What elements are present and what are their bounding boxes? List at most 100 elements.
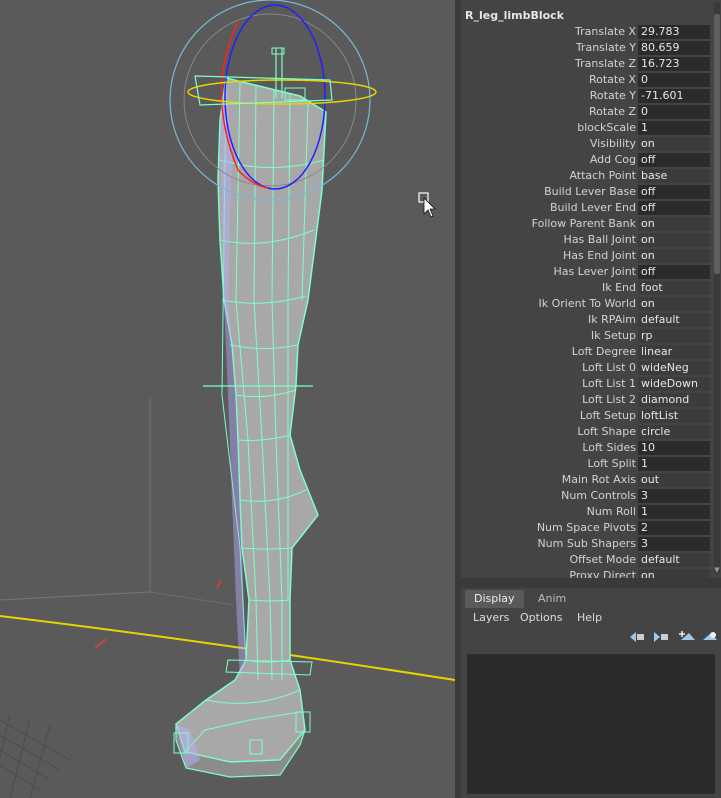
tab-display[interactable]: Display	[465, 590, 524, 608]
scrollbar-thumb[interactable]	[714, 14, 720, 274]
attribute-label[interactable]: Ik Setup	[591, 329, 636, 342]
attribute-label[interactable]: Rotate Y	[590, 89, 636, 102]
attribute-label[interactable]: blockScale	[577, 121, 636, 134]
attribute-label[interactable]: Loft Setup	[580, 409, 636, 422]
attribute-label[interactable]: Build Lever End	[550, 201, 636, 214]
3d-viewport[interactable]	[0, 0, 455, 798]
attribute-label[interactable]: Add Cog	[590, 153, 636, 166]
new-layer-selected-icon[interactable]	[699, 629, 719, 645]
attribute-row[interactable]: blockScale 1	[461, 120, 713, 136]
move-layer-up-icon[interactable]	[627, 629, 647, 645]
attribute-value-field[interactable]: 29.783	[638, 25, 710, 39]
attribute-row[interactable]: Ik Orient To World on	[461, 296, 713, 312]
attribute-label[interactable]: Translate Z	[575, 57, 636, 70]
attribute-row[interactable]: Add Cog off	[461, 152, 713, 168]
attribute-row[interactable]: Ik Setup rp	[461, 328, 713, 344]
attribute-row[interactable]: Loft List 2 diamond	[461, 392, 713, 408]
attribute-value-field[interactable]: on	[638, 217, 710, 231]
attribute-value-field[interactable]: circle	[638, 425, 710, 439]
attribute-row[interactable]: Offset Mode default	[461, 552, 713, 568]
attribute-value-field[interactable]: 1	[638, 457, 710, 471]
attribute-value-field[interactable]: default	[638, 553, 710, 567]
attribute-value-field[interactable]: foot	[638, 281, 710, 295]
attribute-row[interactable]: Rotate Y -71.601	[461, 88, 713, 104]
node-name[interactable]: R_leg_limbBlock	[465, 9, 564, 22]
attribute-value-field[interactable]: off	[638, 201, 710, 215]
attribute-label[interactable]: Rotate X	[589, 73, 636, 86]
attribute-row[interactable]: Build Lever End off	[461, 200, 713, 216]
attribute-value-field[interactable]: on	[638, 249, 710, 263]
attribute-row[interactable]: Has Lever Joint off	[461, 264, 713, 280]
attribute-value-field[interactable]: on	[638, 137, 710, 151]
attribute-value-field[interactable]: off	[638, 153, 710, 167]
attribute-label[interactable]: Main Rot Axis	[562, 473, 636, 486]
attribute-value-field[interactable]: 3	[638, 489, 710, 503]
attribute-row[interactable]: Rotate X0	[461, 72, 713, 88]
attribute-value-field[interactable]: 3	[638, 537, 710, 551]
attribute-label[interactable]: Has Ball Joint	[564, 233, 636, 246]
attribute-value-field[interactable]: on	[638, 233, 710, 247]
attribute-value-field[interactable]: loftList	[638, 409, 710, 423]
attribute-value-field[interactable]: linear	[638, 345, 710, 359]
attribute-label[interactable]: Visibility	[590, 137, 636, 150]
attribute-label[interactable]: Ik RPAim	[588, 313, 636, 326]
attribute-label[interactable]: Ik Orient To World	[539, 297, 637, 310]
menu-layers[interactable]: Layers	[473, 610, 509, 626]
attribute-row[interactable]: Ik RPAim default	[461, 312, 713, 328]
attribute-label[interactable]: Has Lever Joint	[553, 265, 636, 278]
attribute-row[interactable]: Num Roll 1	[461, 504, 713, 520]
attribute-value-field[interactable]: on	[638, 297, 710, 311]
attribute-row[interactable]: Loft Sides 10	[461, 440, 713, 456]
attribute-value-field[interactable]: 80.659	[638, 41, 710, 55]
attribute-row[interactable]: Loft Degree linear	[461, 344, 713, 360]
attribute-row[interactable]: Ik End foot	[461, 280, 713, 296]
attribute-row[interactable]: Follow Parent Bank on	[461, 216, 713, 232]
attribute-label[interactable]: Attach Point	[569, 169, 636, 182]
attribute-row[interactable]: Loft Setup loftList	[461, 408, 713, 424]
attribute-label[interactable]: Num Space Pivots	[537, 521, 636, 534]
menu-help[interactable]: Help	[577, 610, 602, 626]
attribute-row[interactable]: Loft Split 1	[461, 456, 713, 472]
attribute-row[interactable]: Has End Joint on	[461, 248, 713, 264]
attribute-label[interactable]: Offset Mode	[569, 553, 636, 566]
attribute-row[interactable]: Translate Z 16.723	[461, 56, 713, 72]
attribute-row[interactable]: Loft List 1 wideDown	[461, 376, 713, 392]
attribute-row[interactable]: Translate X 29.783	[461, 24, 713, 40]
attribute-value-field[interactable]: off	[638, 185, 710, 199]
attribute-label[interactable]: Loft List 0	[582, 361, 636, 374]
attribute-row[interactable]: Num Sub Shapers 3	[461, 536, 713, 552]
attribute-value-field[interactable]: -71.601	[638, 89, 710, 103]
attribute-label[interactable]: Loft Degree	[572, 345, 636, 358]
attribute-row[interactable]: Translate Y 80.659	[461, 40, 713, 56]
attribute-value-field[interactable]: 1	[638, 505, 710, 519]
attribute-label[interactable]: Loft List 2	[582, 393, 636, 406]
attribute-label[interactable]: Ik End	[602, 281, 636, 294]
attribute-row[interactable]: Num Controls 3	[461, 488, 713, 504]
viewport-scene[interactable]	[0, 0, 455, 798]
layer-list[interactable]	[467, 654, 715, 794]
attribute-label[interactable]: Build Lever Base	[544, 185, 636, 198]
channel-box-scrollbar[interactable]: ▼	[714, 2, 720, 574]
attribute-label[interactable]: Loft List 1	[582, 377, 636, 390]
attribute-value-field[interactable]: base	[638, 169, 710, 183]
attribute-value-field[interactable]: rp	[638, 329, 710, 343]
attribute-value-field[interactable]: 1	[638, 121, 710, 135]
attribute-row[interactable]: Loft Shape circle	[461, 424, 713, 440]
attribute-value-field[interactable]: on	[638, 569, 710, 578]
attribute-row[interactable]: Loft List 0 wideNeg	[461, 360, 713, 376]
menu-options[interactable]: Options	[520, 610, 562, 626]
attribute-value-field[interactable]: 10	[638, 441, 710, 455]
attribute-label[interactable]: Rotate Z	[589, 105, 636, 118]
attribute-value-field[interactable]: 2	[638, 521, 710, 535]
attribute-value-field[interactable]: wideNeg	[638, 361, 710, 375]
attribute-row[interactable]: Main Rot Axis out	[461, 472, 713, 488]
attribute-label[interactable]: Follow Parent Bank	[532, 217, 636, 230]
attribute-label[interactable]: Loft Shape	[577, 425, 636, 438]
attribute-row[interactable]: Num Space Pivots 2	[461, 520, 713, 536]
panel-divider[interactable]	[461, 578, 721, 588]
attribute-label[interactable]: Proxy Direct	[569, 569, 636, 578]
attribute-value-field[interactable]: out	[638, 473, 710, 487]
attribute-value-field[interactable]: off	[638, 265, 710, 279]
attribute-row[interactable]: Visibility on	[461, 136, 713, 152]
leg-mesh[interactable]	[175, 77, 327, 778]
